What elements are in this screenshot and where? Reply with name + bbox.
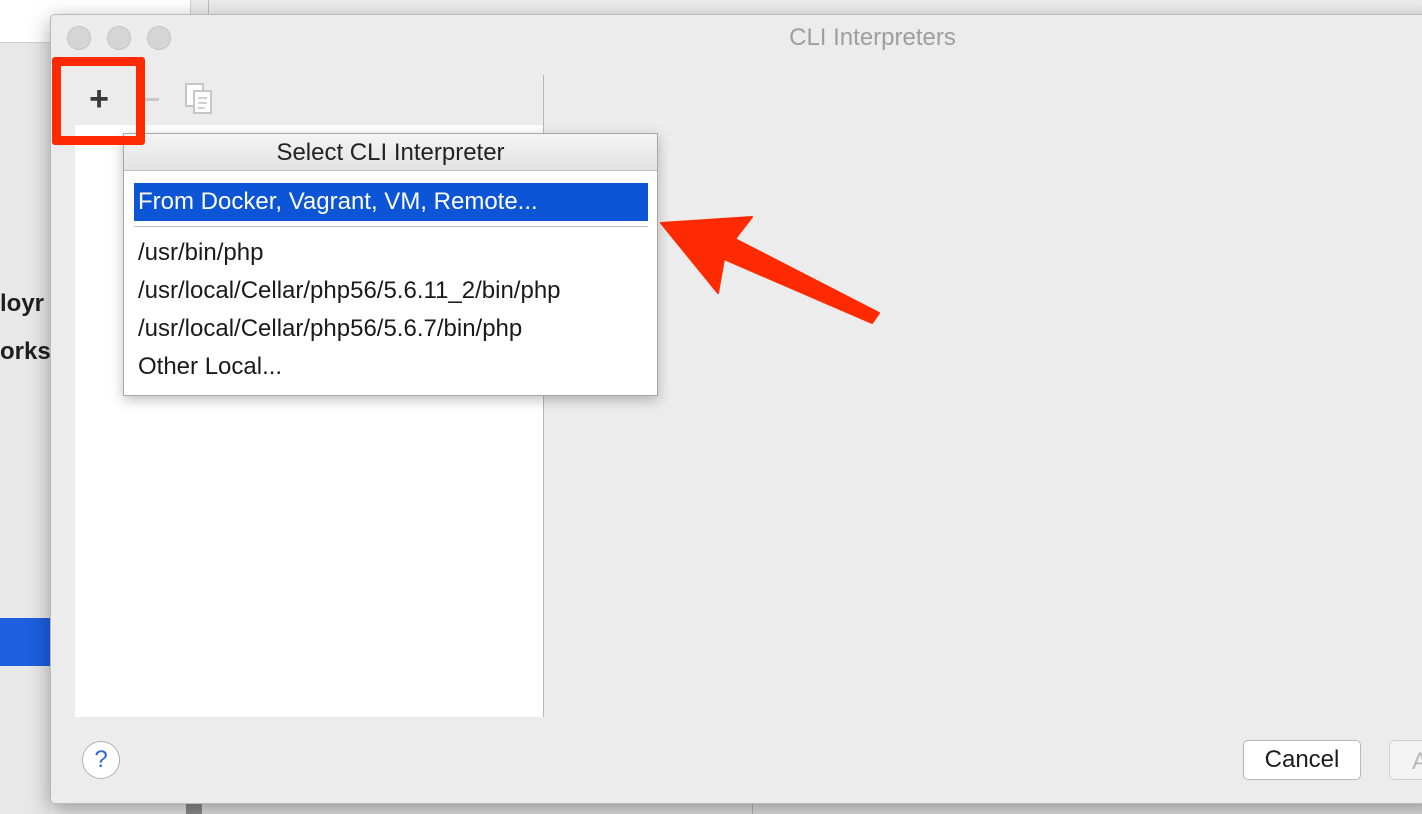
minus-icon — [143, 97, 159, 101]
menu-item-usr-bin-php[interactable]: /usr/bin/php — [134, 234, 648, 272]
select-interpreter-popup: Select CLI Interpreter From Docker, Vagr… — [123, 133, 658, 396]
cancel-button[interactable]: Cancel — [1243, 740, 1361, 780]
annotation-highlight-box — [52, 57, 145, 145]
copy-icon — [185, 83, 212, 114]
menu-item-php56-5-6-7[interactable]: /usr/local/Cellar/php56/5.6.7/bin/php — [134, 310, 648, 348]
menu-separator — [134, 226, 648, 227]
background-label-2: orks — [0, 338, 50, 365]
background-window — [0, 0, 50, 814]
background-label-1: loyr — [0, 290, 45, 317]
apply-button[interactable]: A — [1389, 740, 1422, 780]
annotation-arrow-icon — [660, 216, 880, 324]
menu-item-other-local[interactable]: Other Local... — [134, 348, 648, 386]
help-button[interactable]: ? — [82, 741, 120, 779]
background-selected-row — [0, 618, 50, 666]
dialog-title: CLI Interpreters — [789, 24, 956, 51]
title-bar: CLI Interpreters — [51, 15, 1422, 59]
background-divider — [208, 0, 209, 14]
copy-interpreter-button[interactable] — [181, 81, 217, 117]
popup-header: Select CLI Interpreter — [124, 134, 657, 171]
menu-item-remote[interactable]: From Docker, Vagrant, VM, Remote... — [134, 183, 648, 221]
menu-item-php56-5-6-11[interactable]: /usr/local/Cellar/php56/5.6.11_2/bin/php — [134, 272, 648, 310]
